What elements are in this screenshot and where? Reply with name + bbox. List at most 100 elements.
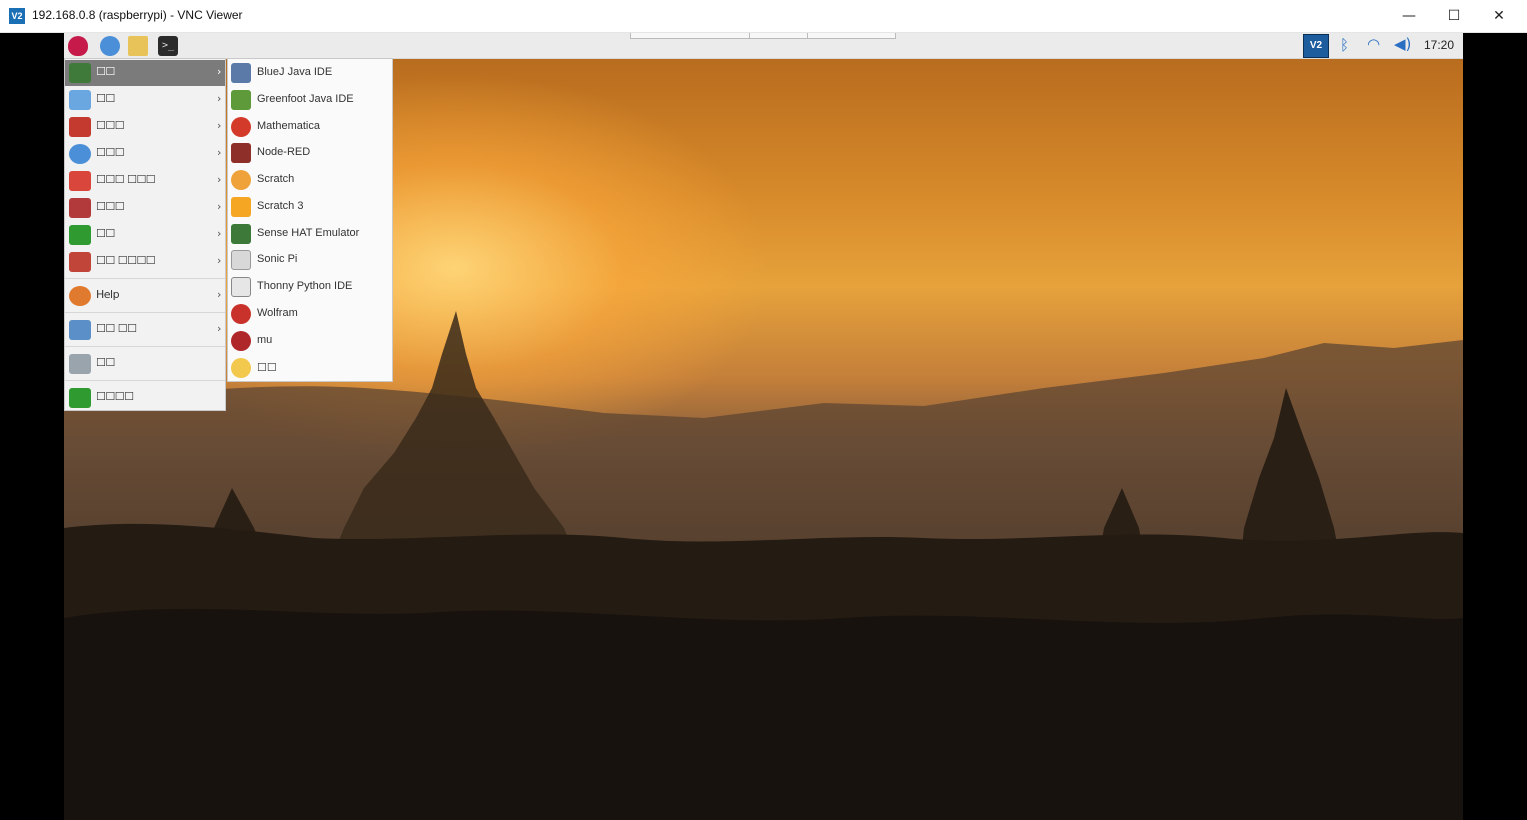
wifi-icon[interactable]: ◠	[1367, 35, 1380, 53]
window-titlebar: V2 192.168.0.8 (raspberrypi) - VNC Viewe…	[0, 0, 1527, 33]
clock[interactable]: 17:20	[1424, 38, 1454, 52]
chevron-right-icon: ›	[217, 322, 222, 335]
submenu-item-pygame[interactable]: ☐☐	[228, 355, 392, 381]
menu-item-label: ☐☐	[96, 356, 115, 369]
games-icon	[69, 225, 91, 245]
application-menu: ☐☐ › ☐☐ › ☐☐☐ › ☐☐☐ › ☐☐☐ ☐☐☐ › ☐☐☐ › ☐☐…	[64, 58, 226, 411]
submenu-item-label: Greenfoot Java IDE	[257, 93, 354, 105]
internet-icon	[69, 144, 91, 164]
menu-item-internet[interactable]: ☐☐☐ ›	[65, 141, 225, 167]
preferences-icon	[69, 320, 91, 340]
web-browser-icon[interactable]	[100, 36, 120, 56]
programming-submenu: BlueJ Java IDE Greenfoot Java IDE Mathem…	[227, 58, 393, 382]
sense-hat-icon	[231, 224, 251, 244]
maximize-button[interactable]: ☐	[1431, 0, 1477, 32]
menu-item-run[interactable]: ☐☐	[65, 351, 225, 377]
shutdown-icon	[69, 388, 91, 408]
thonny-icon	[231, 277, 251, 297]
submenu-item-label: Thonny Python IDE	[257, 280, 353, 292]
menu-item-label: ☐☐ ☐☐☐☐	[96, 254, 156, 267]
submenu-item-mathematica[interactable]: Mathematica	[228, 114, 392, 140]
minimize-button[interactable]: —	[1386, 0, 1432, 32]
close-button[interactable]: ✕	[1476, 0, 1522, 32]
menu-item-education[interactable]: ☐☐ ›	[65, 87, 225, 113]
submenu-item-label: Wolfram	[257, 307, 298, 319]
divider	[749, 33, 750, 38]
divider	[807, 33, 808, 38]
submenu-item-label: Scratch	[257, 173, 295, 185]
submenu-item-node-red[interactable]: Node-RED	[228, 140, 392, 166]
menu-item-label: ☐☐☐ ☐☐☐	[96, 173, 156, 186]
chevron-right-icon: ›	[217, 146, 222, 159]
chevron-right-icon: ›	[217, 200, 222, 213]
file-manager-icon[interactable]	[128, 36, 148, 56]
menu-item-label: ☐☐	[96, 65, 115, 78]
chevron-right-icon: ›	[217, 254, 222, 267]
submenu-item-scratch[interactable]: Scratch	[228, 167, 392, 193]
bluej-icon	[231, 63, 251, 83]
divider	[65, 346, 225, 347]
divider	[65, 278, 225, 279]
submenu-item-label: ☐☐	[257, 362, 277, 374]
divider	[65, 312, 225, 313]
accessories-icon	[69, 252, 91, 272]
menu-item-graphics[interactable]: ☐☐☐ ›	[65, 195, 225, 221]
menu-item-shutdown[interactable]: ☐☐☐☐	[65, 385, 225, 411]
submenu-item-label: Scratch 3	[257, 200, 304, 212]
menu-item-label: ☐☐☐	[96, 119, 125, 132]
chevron-right-icon: ›	[217, 119, 222, 132]
volume-icon[interactable]: ◀)	[1394, 35, 1411, 53]
chevron-right-icon: ›	[217, 227, 222, 240]
office-icon	[69, 117, 91, 137]
menu-item-label: ☐☐ ☐☐	[96, 322, 137, 335]
menu-item-programming[interactable]: ☐☐ ›	[65, 60, 225, 86]
chevron-right-icon: ›	[217, 92, 222, 105]
menu-item-accessories[interactable]: ☐☐ ☐☐☐☐ ›	[65, 249, 225, 275]
submenu-item-label: BlueJ Java IDE	[257, 66, 333, 78]
submenu-item-bluej[interactable]: BlueJ Java IDE	[228, 60, 392, 86]
menu-item-preferences[interactable]: ☐☐ ☐☐ ›	[65, 317, 225, 343]
menu-item-label: Help	[96, 288, 120, 301]
menu-item-label: ☐☐☐	[96, 146, 125, 159]
window-title: 192.168.0.8 (raspberrypi) - VNC Viewer	[32, 8, 243, 22]
terminal-icon[interactable]: >_	[158, 36, 178, 56]
taskbar-window-list[interactable]	[630, 33, 896, 39]
menu-item-label: ☐☐	[96, 227, 115, 240]
remote-desktop[interactable]: >_ V2 ᛒ ◠ ◀) 17:20 ☐☐ › ☐☐ › ☐☐☐ › ☐☐☐ ›…	[64, 33, 1463, 820]
submenu-item-label: mu	[257, 334, 273, 346]
education-icon	[69, 90, 91, 110]
menu-item-help[interactable]: Help ›	[65, 283, 225, 309]
menu-item-label: ☐☐☐☐	[96, 390, 134, 403]
run-icon	[69, 354, 91, 374]
submenu-item-scratch3[interactable]: Scratch 3	[228, 194, 392, 220]
submenu-item-wolfram[interactable]: Wolfram	[228, 301, 392, 327]
chevron-right-icon: ›	[217, 65, 222, 78]
graphics-icon	[69, 198, 91, 218]
submenu-item-label: Node-RED	[257, 146, 311, 158]
submenu-item-label: Mathematica	[257, 120, 320, 132]
help-icon	[69, 286, 91, 306]
submenu-item-sense-hat[interactable]: Sense HAT Emulator	[228, 221, 392, 247]
submenu-item-thonny[interactable]: Thonny Python IDE	[228, 274, 392, 300]
menu-item-sound-video[interactable]: ☐☐☐ ☐☐☐ ›	[65, 168, 225, 194]
submenu-item-greenfoot[interactable]: Greenfoot Java IDE	[228, 87, 392, 113]
pygame-icon	[231, 358, 251, 378]
mu-icon	[231, 331, 251, 351]
chevron-right-icon: ›	[217, 173, 222, 186]
vnc-server-tray-icon[interactable]: V2	[1303, 34, 1329, 58]
submenu-item-label: Sense HAT Emulator	[257, 227, 360, 239]
submenu-item-sonic-pi[interactable]: Sonic Pi	[228, 247, 392, 273]
submenu-item-label: Sonic Pi	[257, 253, 298, 265]
bluetooth-icon[interactable]: ᛒ	[1340, 36, 1349, 54]
menu-item-label: ☐☐☐	[96, 200, 125, 213]
submenu-item-mu[interactable]: mu	[228, 328, 392, 354]
wolfram-icon	[231, 304, 251, 324]
menu-item-games[interactable]: ☐☐ ›	[65, 222, 225, 248]
vnc-viewer-app-icon: V2	[9, 8, 25, 24]
raspberry-menu-icon[interactable]	[68, 36, 88, 56]
menu-item-office[interactable]: ☐☐☐ ›	[65, 114, 225, 140]
divider	[65, 380, 225, 381]
sonic-pi-icon	[231, 250, 251, 270]
programming-icon	[69, 63, 91, 83]
scratch-icon	[231, 170, 251, 190]
